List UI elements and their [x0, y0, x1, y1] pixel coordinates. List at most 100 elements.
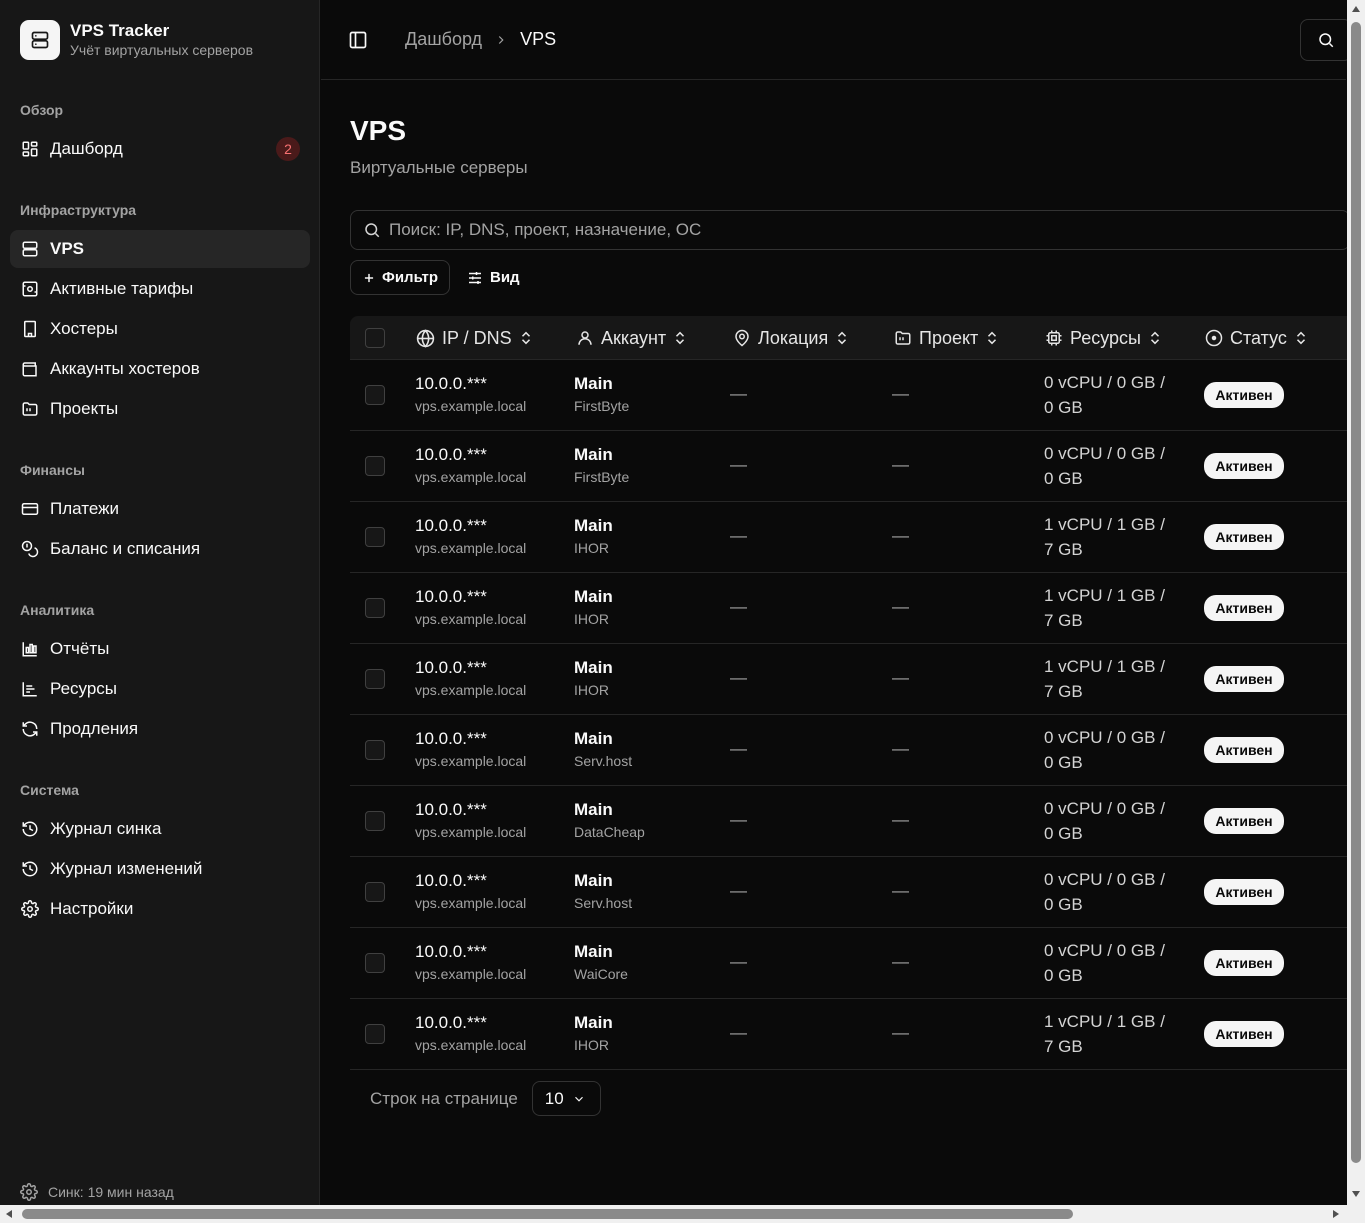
project-value: —	[892, 455, 909, 474]
ip-address: 10.0.0.***	[415, 374, 487, 393]
row-checkbox[interactable]	[365, 953, 385, 973]
row-checkbox[interactable]	[365, 882, 385, 902]
status-badge: Активен	[1204, 666, 1284, 692]
folder-icon	[20, 399, 40, 419]
ip-address: 10.0.0.***	[415, 587, 487, 606]
status-circle-icon	[1205, 329, 1223, 347]
sidebar-item-settings[interactable]: Настройки	[10, 890, 310, 928]
sidebar-toggle-button[interactable]	[347, 29, 369, 51]
row-checkbox[interactable]	[365, 598, 385, 618]
hoster-name: Serv.host	[574, 753, 633, 769]
sidebar-item-label: Баланс и списания	[50, 539, 201, 558]
resources-line-1: 0 vCPU / 0 GB /	[1044, 373, 1165, 392]
column-header-resources[interactable]: Ресурсы	[1045, 316, 1161, 360]
account-name: Main	[574, 445, 613, 464]
status-cell: Активен	[1204, 950, 1284, 976]
sidebar-item-label: Хостеры	[50, 319, 118, 338]
project-value: —	[892, 952, 909, 971]
project-value: —	[892, 384, 909, 403]
table-row[interactable]: 10.0.0.*** vps.example.local Main FirstB…	[350, 360, 1350, 431]
horizontal-scrollbar-thumb[interactable]	[22, 1209, 1073, 1219]
column-header-status[interactable]: Статус	[1205, 316, 1307, 360]
horizontal-scrollbar[interactable]	[0, 1205, 1347, 1223]
plus-icon	[362, 271, 376, 285]
row-checkbox[interactable]	[365, 811, 385, 831]
table-row[interactable]: 10.0.0.*** vps.example.local Main FirstB…	[350, 431, 1350, 502]
dns-name: vps.example.local	[415, 398, 527, 414]
vertical-scrollbar[interactable]	[1347, 0, 1365, 1205]
table-row[interactable]: 10.0.0.*** vps.example.local Main WaiCor…	[350, 928, 1350, 999]
sidebar-item-vps[interactable]: VPS	[10, 230, 310, 268]
sidebar-item-hosters[interactable]: Хостеры	[10, 310, 310, 348]
row-checkbox[interactable]	[365, 527, 385, 547]
sidebar-item-sync-log[interactable]: Журнал синка	[10, 810, 310, 848]
sidebar-item-balance[interactable]: Баланс и списания	[10, 530, 310, 568]
table-row[interactable]: 10.0.0.*** vps.example.local Main IHOR —…	[350, 644, 1350, 715]
hoster-name: DataCheap	[574, 824, 645, 840]
row-checkbox[interactable]	[365, 669, 385, 689]
filter-button[interactable]: Фильтр	[350, 260, 450, 295]
row-checkbox-cell	[365, 527, 385, 547]
breadcrumb-link-dashboard[interactable]: Дашборд	[405, 29, 482, 50]
table-search[interactable]	[350, 210, 1350, 250]
sidebar-item-dashboard[interactable]: Дашборд 2	[10, 130, 310, 168]
brand[interactable]: VPS Tracker Учёт виртуальных серверов	[20, 20, 253, 60]
location-value: —	[730, 384, 747, 403]
section-label: Финансы	[20, 462, 85, 478]
sidebar-item-changelog[interactable]: Журнал изменений	[10, 850, 310, 888]
history-icon	[20, 859, 40, 879]
column-header-project[interactable]: Проект	[894, 316, 998, 360]
status-cell: Активен	[1204, 879, 1284, 905]
column-header-account[interactable]: Аккаунт	[576, 316, 686, 360]
row-checkbox[interactable]	[365, 1024, 385, 1044]
table-row[interactable]: 10.0.0.*** vps.example.local Main DataCh…	[350, 786, 1350, 857]
row-checkbox[interactable]	[365, 456, 385, 476]
search-input[interactable]	[389, 220, 1289, 240]
sync-status-text: Синк: 19 мин назад	[48, 1184, 174, 1200]
table-row[interactable]: 10.0.0.*** vps.example.local Main IHOR —…	[350, 502, 1350, 573]
table-row[interactable]: 10.0.0.*** vps.example.local Main Serv.h…	[350, 715, 1350, 786]
resources-value: 0 vCPU / 0 GB / 0 GB	[1044, 725, 1174, 775]
project-value: —	[892, 597, 909, 616]
page-title: VPS	[350, 115, 407, 146]
table-row[interactable]: 10.0.0.*** vps.example.local Main Serv.h…	[350, 857, 1350, 928]
cpu-icon	[1045, 329, 1063, 347]
sidebar-item-label: Продления	[50, 719, 139, 738]
row-checkbox-cell	[365, 882, 385, 902]
status-badge: Активен	[1204, 808, 1284, 834]
sidebar-item-active-tariffs[interactable]: Активные тарифы	[10, 270, 310, 308]
sidebar-item-projects[interactable]: Проекты	[10, 390, 310, 428]
sidebar-item-reports[interactable]: Отчёты	[10, 630, 310, 668]
vertical-scrollbar-thumb[interactable]	[1351, 22, 1361, 1163]
view-button[interactable]: Вид	[466, 260, 520, 295]
resources-value: 1 vCPU / 1 GB / 7 GB	[1044, 654, 1174, 704]
row-checkbox-cell	[365, 598, 385, 618]
account-name: Main	[574, 374, 613, 393]
sidebar-item-resources[interactable]: Ресурсы	[10, 670, 310, 708]
sidebar-item-label: Ресурсы	[50, 679, 118, 698]
row-checkbox[interactable]	[365, 740, 385, 760]
sidebar-item-renewals[interactable]: Продления	[10, 710, 310, 748]
dns-name: vps.example.local	[415, 895, 527, 911]
sidebar-item-payments[interactable]: Платежи	[10, 490, 310, 528]
rows-per-page-select[interactable]: 10	[531, 1081, 601, 1116]
resources-line-2: 0 GB	[1044, 895, 1083, 914]
account-name: Main	[574, 800, 613, 819]
global-search-button[interactable]	[1300, 19, 1352, 61]
hoster-name: FirstByte	[574, 398, 630, 414]
dns-name: vps.example.local	[415, 824, 527, 840]
hoster-name: IHOR	[574, 682, 609, 698]
account-cell: Main FirstByte	[574, 445, 629, 487]
table-row[interactable]: 10.0.0.*** vps.example.local Main IHOR —…	[350, 573, 1350, 644]
row-checkbox[interactable]	[365, 385, 385, 405]
nav-section-infrastructure: Инфраструктура VPS Активные тарифы Хосте…	[0, 200, 320, 428]
column-header-ip[interactable]: IP / DNS	[416, 316, 532, 360]
sidebar-item-hoster-accounts[interactable]: Аккаунты хостеров	[10, 350, 310, 388]
table-row[interactable]: 10.0.0.*** vps.example.local Main IHOR —…	[350, 999, 1350, 1070]
bar-chart-icon	[20, 639, 40, 659]
account-cell: Main Serv.host	[574, 871, 632, 913]
account-cell: Main IHOR	[574, 1013, 613, 1055]
select-all-checkbox[interactable]	[365, 328, 385, 348]
column-header-location[interactable]: Локация	[733, 316, 848, 360]
select-all-checkbox-cell	[365, 316, 385, 360]
